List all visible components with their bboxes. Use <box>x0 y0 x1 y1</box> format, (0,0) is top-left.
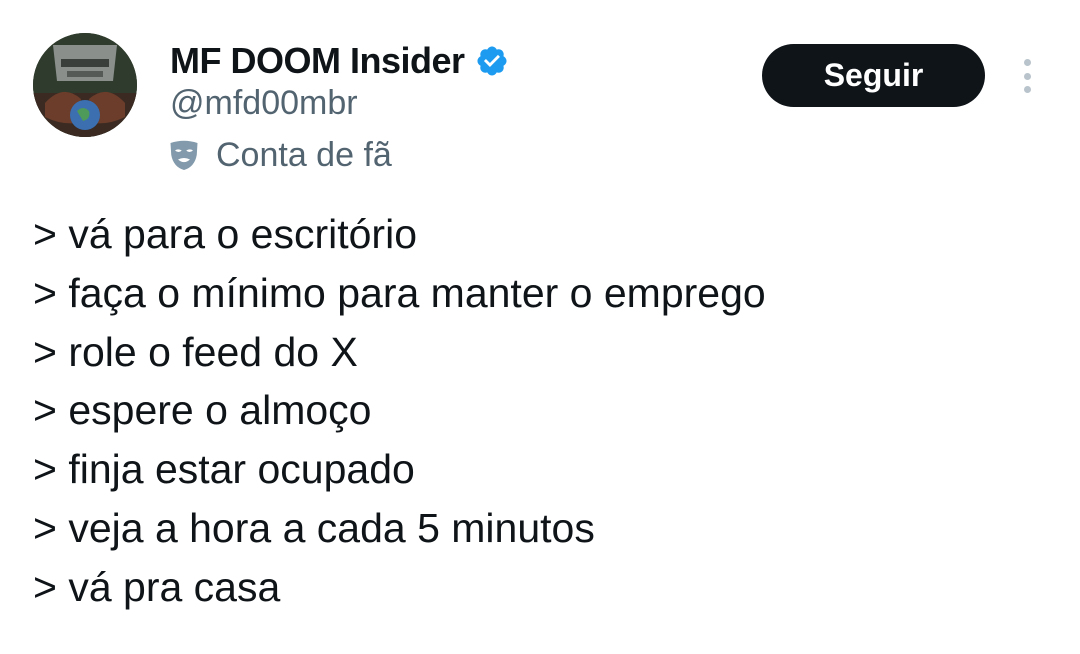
tweet-line: > espere o almoço <box>33 387 372 434</box>
avatar-image <box>33 33 137 137</box>
tweet-line: > faça o mínimo para manter o emprego <box>33 269 766 316</box>
more-dot <box>1023 59 1031 66</box>
tweet-line: > role o feed do X <box>33 328 358 375</box>
more-dot <box>1023 86 1031 93</box>
handle[interactable]: @mfd00mbr <box>170 84 358 123</box>
avatar[interactable] <box>33 33 137 137</box>
display-name[interactable]: MF DOOM Insider <box>170 40 465 82</box>
tweet-line: > vá pra casa <box>33 563 281 610</box>
account-label: Conta de fã <box>166 134 392 176</box>
tweet-line: > finja estar ocupado <box>33 446 415 493</box>
more-dot <box>1023 72 1031 80</box>
follow-button[interactable]: Seguir <box>762 44 985 107</box>
tweet-text: > vá para o escritório > faça o mínimo p… <box>33 205 1053 617</box>
display-name-row: MF DOOM Insider <box>170 38 509 84</box>
tweet-line: > vá para o escritório <box>33 211 417 257</box>
fan-account-label: Conta de fã <box>216 135 392 174</box>
mask-icon <box>166 137 202 173</box>
more-options-icon[interactable] <box>1010 56 1044 96</box>
verified-badge-icon[interactable] <box>475 44 509 78</box>
tweet-line: > veja a hora a cada 5 minutos <box>33 504 595 551</box>
tweet-card: MF DOOM Insider @mfd00mbr Conta de fã Se… <box>0 0 1080 654</box>
